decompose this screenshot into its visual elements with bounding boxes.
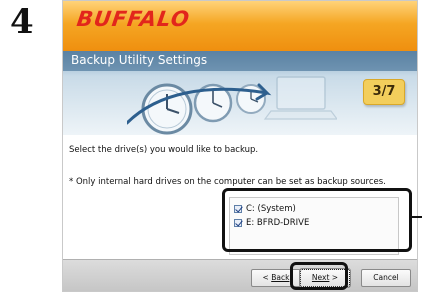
- step-indicator: 3/7: [363, 79, 405, 105]
- back-label: Back: [271, 273, 290, 282]
- callout-line: [411, 216, 422, 218]
- cancel-button[interactable]: Cancel: [361, 269, 411, 287]
- back-prefix: <: [262, 273, 272, 282]
- note-text: * Only internal hard drives on the compu…: [69, 177, 386, 187]
- page-title: Backup Utility Settings: [71, 53, 208, 67]
- clocks-illustration: [127, 76, 337, 135]
- laptop-icon: [263, 76, 337, 120]
- footer-bar: < Back Next > Cancel: [63, 259, 417, 291]
- next-button-highlight: [290, 262, 348, 290]
- instruction-text: Select the drive(s) you would like to ba…: [69, 145, 259, 155]
- drive-list-highlight: [222, 188, 412, 252]
- buffalo-logo: BUFFALO: [75, 7, 192, 31]
- step-number: 4: [10, 2, 34, 42]
- brand-bar: BUFFALO: [63, 1, 417, 51]
- header-panel: Backup Utility Settings 3/7: [63, 51, 417, 135]
- header-title-bar: Backup Utility Settings: [63, 51, 417, 71]
